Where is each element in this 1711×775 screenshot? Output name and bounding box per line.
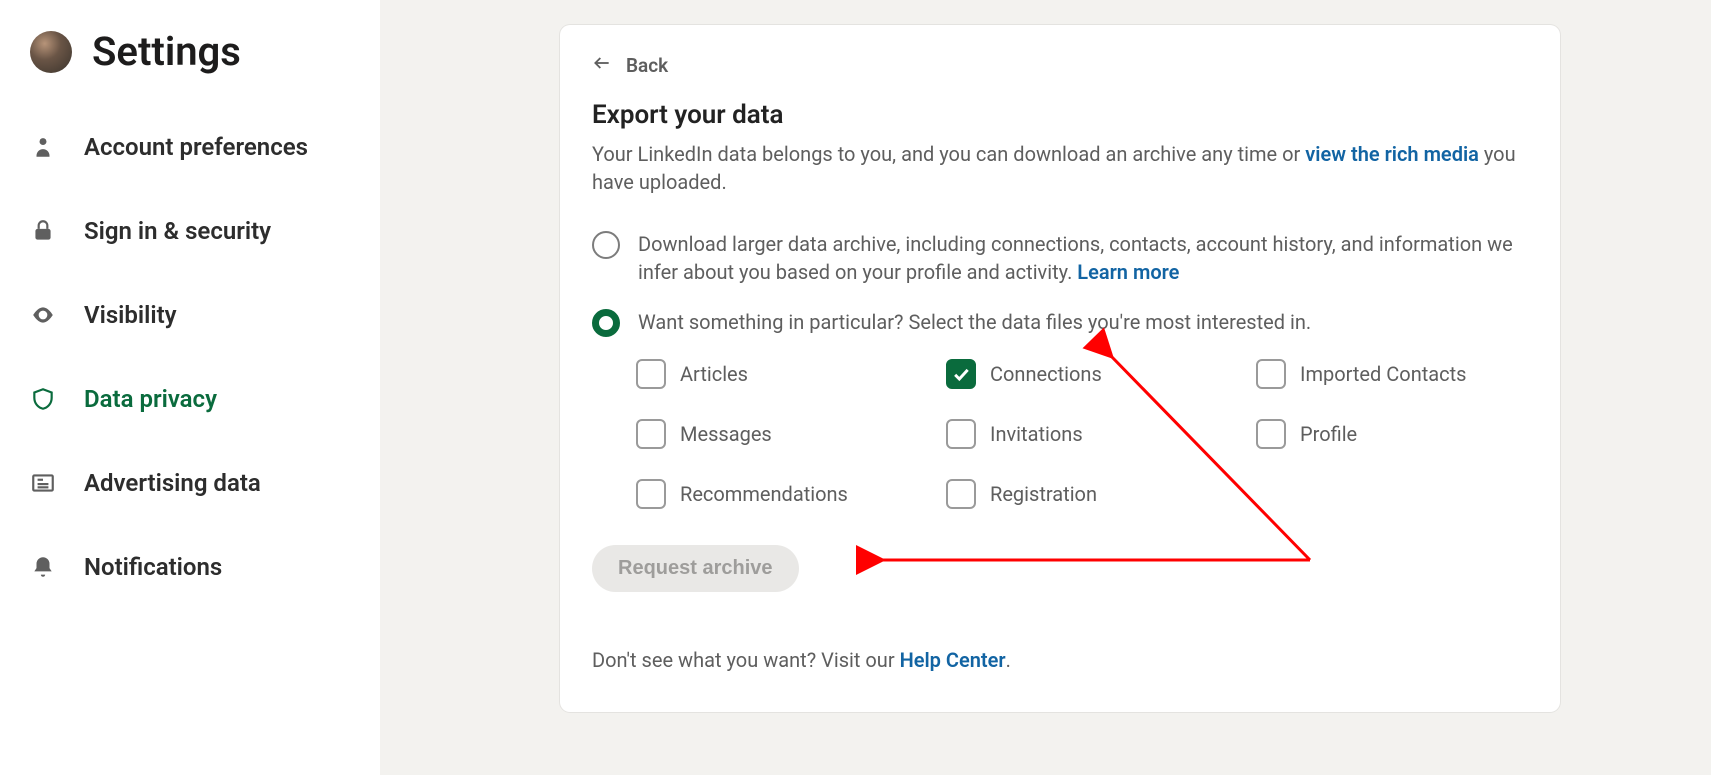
checkbox-connections[interactable]: Connections — [946, 359, 1256, 389]
checkbox-recommendations[interactable]: Recommendations — [636, 479, 946, 509]
bell-icon — [30, 554, 56, 580]
radio-option-specific-files[interactable]: Want something in particular? Select the… — [592, 308, 1528, 337]
radio-input[interactable] — [592, 309, 620, 337]
checkbox-input[interactable] — [946, 359, 976, 389]
data-file-checkboxes: Articles Connections Imported Contacts M… — [636, 359, 1528, 509]
section-heading: Export your data — [592, 100, 1528, 130]
sidebar-item-visibility[interactable]: Visibility — [0, 273, 380, 357]
checkbox-input[interactable] — [636, 359, 666, 389]
checkbox-input[interactable] — [1256, 419, 1286, 449]
sidebar-item-label: Advertising data — [84, 469, 261, 497]
section-description: Your LinkedIn data belongs to you, and y… — [592, 140, 1528, 196]
checkbox-label: Invitations — [990, 422, 1083, 446]
sidebar-item-notifications[interactable]: Notifications — [0, 525, 380, 609]
checkbox-input[interactable] — [946, 479, 976, 509]
sidebar-header: Settings — [0, 28, 380, 105]
shield-icon — [30, 386, 56, 412]
arrow-left-icon — [592, 53, 612, 78]
radio-input[interactable] — [592, 231, 620, 259]
desc-text-before: Your LinkedIn data belongs to you, and y… — [592, 142, 1305, 166]
view-rich-media-link[interactable]: view the rich media — [1305, 142, 1479, 166]
request-archive-button[interactable]: Request archive — [592, 545, 799, 592]
back-label: Back — [626, 54, 668, 77]
sidebar-item-label: Account preferences — [84, 133, 308, 161]
eye-icon — [30, 302, 56, 328]
help-text-before: Don't see what you want? Visit our — [592, 648, 900, 672]
checkbox-label: Recommendations — [680, 482, 848, 506]
checkbox-invitations[interactable]: Invitations — [946, 419, 1256, 449]
radio-label: Download larger data archive, including … — [638, 230, 1528, 286]
sidebar-item-label: Data privacy — [84, 385, 217, 413]
sidebar-item-account-preferences[interactable]: Account preferences — [0, 105, 380, 189]
sidebar-item-advertising-data[interactable]: Advertising data — [0, 441, 380, 525]
sidebar-item-label: Notifications — [84, 553, 222, 581]
checkbox-articles[interactable]: Articles — [636, 359, 946, 389]
sidebar-item-label: Visibility — [84, 301, 177, 329]
checkbox-registration[interactable]: Registration — [946, 479, 1256, 509]
checkbox-messages[interactable]: Messages — [636, 419, 946, 449]
radio-label: Want something in particular? Select the… — [638, 308, 1311, 336]
checkbox-input[interactable] — [636, 479, 666, 509]
checkbox-input[interactable] — [636, 419, 666, 449]
main-panel: Back Export your data Your LinkedIn data… — [560, 25, 1560, 712]
help-center-row: Don't see what you want? Visit our Help … — [592, 648, 1528, 672]
checkbox-label: Imported Contacts — [1300, 362, 1467, 386]
settings-sidebar: Settings Account preferences Sign in & s… — [0, 0, 380, 775]
lock-icon — [30, 218, 56, 244]
person-icon — [30, 134, 56, 160]
checkbox-input[interactable] — [946, 419, 976, 449]
help-center-link[interactable]: Help Center — [900, 648, 1006, 672]
checkbox-label: Messages — [680, 422, 772, 446]
radio-text: Download larger data archive, including … — [638, 232, 1513, 284]
sidebar-item-label: Sign in & security — [84, 217, 271, 245]
checkbox-profile[interactable]: Profile — [1256, 419, 1526, 449]
page-title: Settings — [92, 28, 241, 75]
learn-more-link[interactable]: Learn more — [1077, 260, 1179, 284]
checkbox-label: Registration — [990, 482, 1097, 506]
help-text-after: . — [1006, 648, 1011, 672]
checkbox-label: Articles — [680, 362, 748, 386]
sidebar-item-signin-security[interactable]: Sign in & security — [0, 189, 380, 273]
checkbox-input[interactable] — [1256, 359, 1286, 389]
newspaper-icon — [30, 470, 56, 496]
back-button[interactable]: Back — [592, 53, 1528, 78]
checkbox-label: Connections — [990, 362, 1102, 386]
avatar[interactable] — [30, 31, 72, 73]
radio-option-larger-archive[interactable]: Download larger data archive, including … — [592, 230, 1528, 286]
sidebar-item-data-privacy[interactable]: Data privacy — [0, 357, 380, 441]
checkbox-imported-contacts[interactable]: Imported Contacts — [1256, 359, 1526, 389]
checkbox-label: Profile — [1300, 422, 1357, 446]
